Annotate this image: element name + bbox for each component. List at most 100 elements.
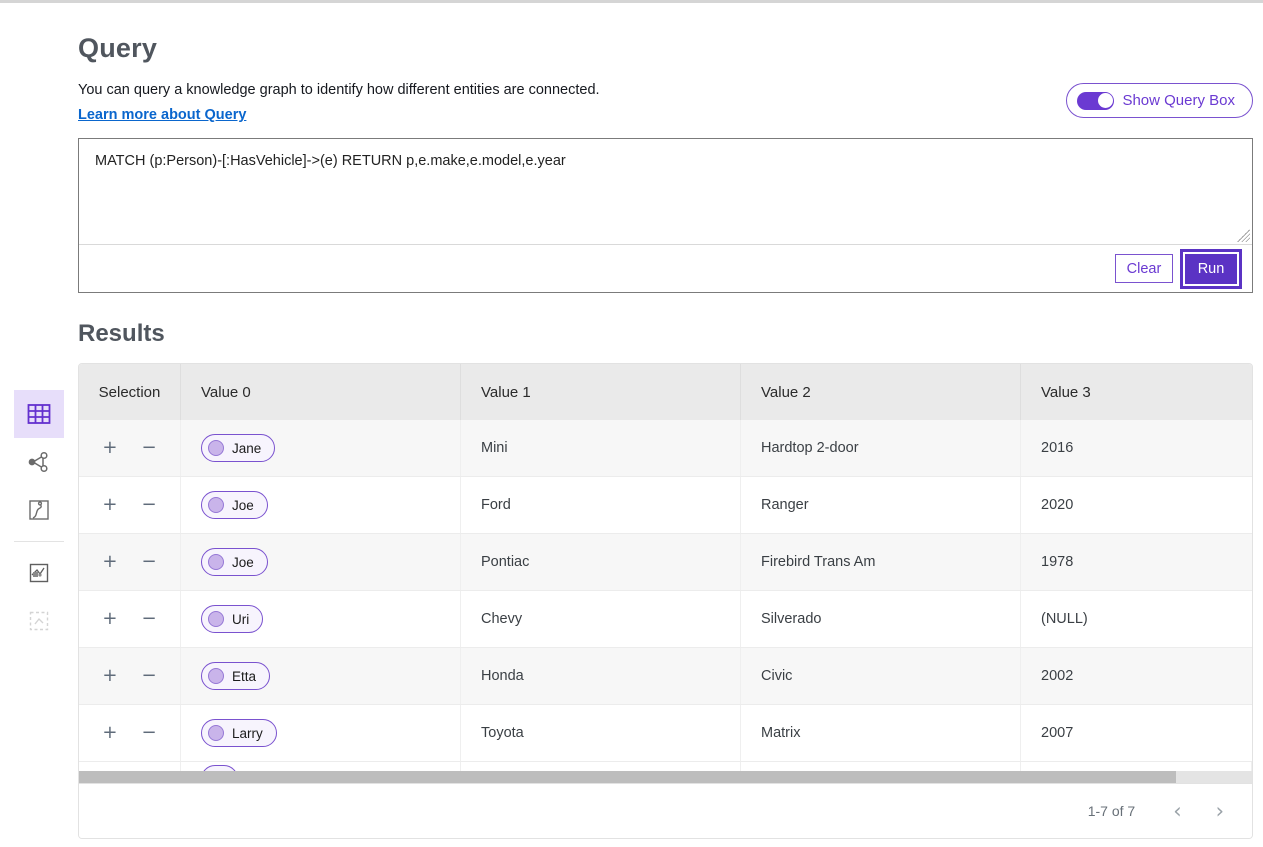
- node-icon: [208, 497, 224, 513]
- table-row-partial: [79, 762, 1252, 771]
- entity-cell: Larry: [181, 705, 461, 761]
- entity-pill[interactable]: Uri: [201, 605, 263, 633]
- selection-cell: [79, 762, 181, 771]
- query-editor: MATCH (p:Person)-[:HasVehicle]->(e) RETU…: [79, 139, 1252, 245]
- add-selection-button[interactable]: +: [98, 665, 121, 687]
- rail-divider: [14, 541, 64, 542]
- results-view-rail: [14, 390, 64, 645]
- add-selection-button[interactable]: +: [98, 608, 121, 630]
- value3-cell: 2020: [1021, 477, 1252, 533]
- resize-handle[interactable]: [1237, 229, 1250, 242]
- node-icon: [208, 611, 224, 627]
- horizontal-scrollbar[interactable]: [79, 771, 1252, 783]
- node-icon: [208, 554, 224, 570]
- remove-selection-button[interactable]: −: [138, 437, 161, 459]
- value2-cell: Silverado: [741, 591, 1021, 647]
- entity-label: Uri: [232, 612, 249, 627]
- node-icon: [208, 668, 224, 684]
- entity-pill[interactable]: Jane: [201, 434, 275, 462]
- value2-cell: Hardtop 2-door: [741, 420, 1021, 476]
- value3-cell: 2002: [1021, 648, 1252, 704]
- geo-view-button[interactable]: [14, 597, 64, 645]
- query-box: MATCH (p:Person)-[:HasVehicle]->(e) RETU…: [78, 138, 1253, 293]
- selection-cell: + −: [79, 534, 181, 590]
- table-row: + − Jane Mini Hardtop 2-door 2016: [79, 420, 1252, 477]
- query-page: Query You can query a knowledge graph to…: [78, 33, 1253, 839]
- remove-selection-button[interactable]: −: [138, 665, 161, 687]
- remove-selection-button[interactable]: −: [138, 494, 161, 516]
- add-selection-button[interactable]: +: [98, 722, 121, 744]
- entity-label: Joe: [232, 555, 254, 570]
- column-header-value0: Value 0: [181, 364, 461, 420]
- table-row: + − Etta Honda Civic 2002: [79, 648, 1252, 705]
- map-view-button[interactable]: [14, 549, 64, 597]
- entity-label: Larry: [232, 726, 263, 741]
- table-row: + − Larry Toyota Matrix 2007: [79, 705, 1252, 762]
- toggle-switch-icon: [1077, 92, 1114, 110]
- column-header-selection: Selection: [79, 364, 181, 420]
- entity-pill[interactable]: Joe: [201, 548, 268, 576]
- value1-cell: Toyota: [461, 705, 741, 761]
- entity-pill[interactable]: Etta: [201, 662, 270, 690]
- entity-cell: Jane: [181, 420, 461, 476]
- remove-selection-button[interactable]: −: [138, 722, 161, 744]
- value1-cell: Mini: [461, 420, 741, 476]
- table-header-row: Selection Value 0 Value 1 Value 2 Value …: [79, 364, 1252, 420]
- selection-cell: + −: [79, 420, 181, 476]
- page-title: Query: [78, 33, 1253, 64]
- entity-cell: Etta: [181, 648, 461, 704]
- value2-cell: Ranger: [741, 477, 1021, 533]
- table-row: + − Joe Ford Ranger 2020: [79, 477, 1252, 534]
- graph-icon: [27, 450, 51, 474]
- previous-page-button[interactable]: ‹: [1163, 801, 1191, 822]
- value3-cell: 2007: [1021, 705, 1252, 761]
- page-top-border: [0, 0, 1263, 3]
- add-selection-button[interactable]: +: [98, 437, 121, 459]
- value2-cell: [741, 762, 1021, 771]
- add-selection-button[interactable]: +: [98, 551, 121, 573]
- value2-cell: Matrix: [741, 705, 1021, 761]
- entity-pill[interactable]: Joe: [201, 491, 268, 519]
- selection-cell: + −: [79, 477, 181, 533]
- remove-selection-button[interactable]: −: [138, 608, 161, 630]
- column-header-value2: Value 2: [741, 364, 1021, 420]
- value1-cell: Pontiac: [461, 534, 741, 590]
- geo-icon-disabled: [28, 610, 50, 632]
- query-actions: Clear Run: [79, 245, 1252, 292]
- value1-cell: Chevy: [461, 591, 741, 647]
- next-page-button[interactable]: ›: [1206, 801, 1234, 822]
- table-view-button[interactable]: [14, 390, 64, 438]
- graph-view-button[interactable]: [14, 438, 64, 486]
- remove-selection-button[interactable]: −: [138, 551, 161, 573]
- chart-view-button[interactable]: [14, 486, 64, 534]
- value3-cell: 1978: [1021, 534, 1252, 590]
- entity-label: Etta: [232, 669, 256, 684]
- value3-cell: (NULL): [1021, 591, 1252, 647]
- results-title: Results: [78, 320, 1253, 348]
- value1-cell: Ford: [461, 477, 741, 533]
- results-table-card: Selection Value 0 Value 1 Value 2 Value …: [78, 363, 1253, 839]
- learn-more-link[interactable]: Learn more about Query: [78, 107, 246, 123]
- entity-cell: Joe: [181, 534, 461, 590]
- map-icon: [28, 562, 50, 584]
- scrollbar-thumb[interactable]: [79, 771, 1176, 783]
- value3-cell: [1021, 762, 1252, 771]
- table-icon: [27, 403, 51, 425]
- query-input[interactable]: MATCH (p:Person)-[:HasVehicle]->(e) RETU…: [79, 139, 1252, 244]
- entity-cell: Joe: [181, 477, 461, 533]
- clear-button[interactable]: Clear: [1115, 254, 1173, 283]
- toggle-knob: [1098, 93, 1113, 108]
- add-selection-button[interactable]: +: [98, 494, 121, 516]
- toggle-label: Show Query Box: [1122, 92, 1235, 109]
- run-button[interactable]: Run: [1185, 254, 1237, 284]
- column-header-value3: Value 3: [1021, 364, 1252, 420]
- entity-label: Joe: [232, 498, 254, 513]
- entity-label: Jane: [232, 441, 261, 456]
- show-query-box-toggle[interactable]: Show Query Box: [1066, 83, 1253, 118]
- page-range-label: 1-7 of 7: [1088, 803, 1135, 819]
- chart-icon: [28, 499, 50, 521]
- value1-cell: [461, 762, 741, 771]
- value1-cell: Honda: [461, 648, 741, 704]
- entity-pill[interactable]: Larry: [201, 719, 277, 747]
- selection-cell: + −: [79, 648, 181, 704]
